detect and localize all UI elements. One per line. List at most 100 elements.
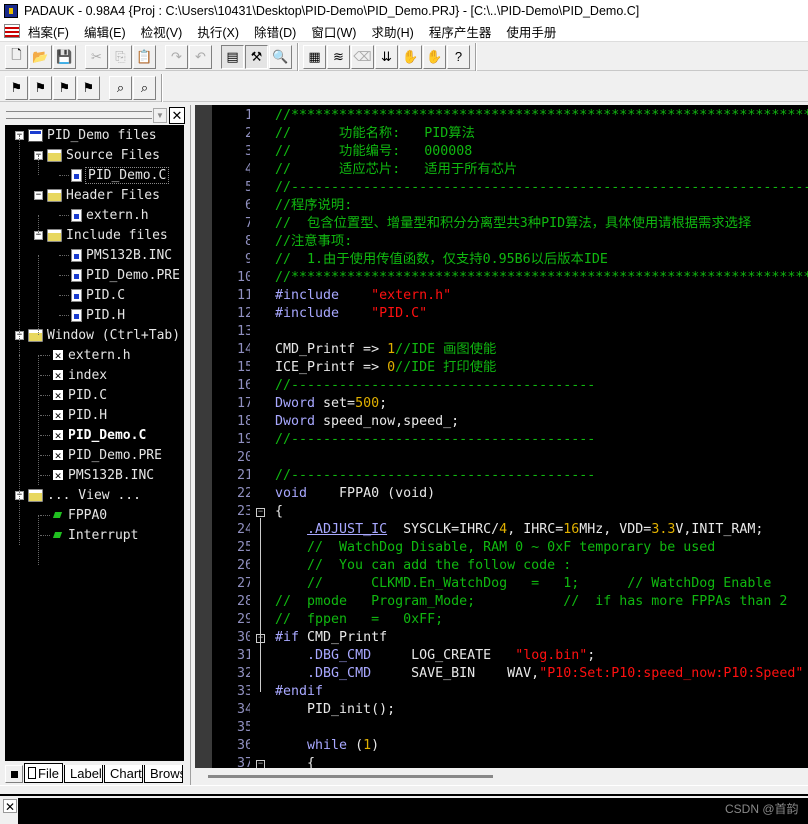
code-line[interactable]: // CLKMD.En_WatchDog = 1; // WatchDog En… xyxy=(275,575,808,593)
tree-item[interactable]: extern.h xyxy=(59,205,149,225)
tree-item[interactable]: FPPA0 xyxy=(40,505,107,525)
build-button[interactable]: ⚒ xyxy=(245,44,268,69)
copy-button[interactable]: ⎘ xyxy=(109,44,132,69)
code-line[interactable]: CMD_Printf => 1//IDE 画图使能 xyxy=(275,341,808,359)
collapse-icon[interactable]: − xyxy=(34,190,43,200)
code-line[interactable]: //程序说明: xyxy=(275,197,808,215)
menu-item[interactable]: 档案(F) xyxy=(28,22,69,41)
code-line[interactable]: //-------------------------------------- xyxy=(275,431,808,449)
undo-button[interactable]: ↶ xyxy=(189,44,212,69)
code-line[interactable]: //-------------------------------------- xyxy=(275,467,808,485)
code-line[interactable]: //--------------------------------------… xyxy=(275,179,808,197)
save-button[interactable]: 💾 xyxy=(53,44,76,69)
code-line[interactable]: { xyxy=(275,755,808,768)
code-text[interactable]: //**************************************… xyxy=(275,107,808,768)
code-line[interactable] xyxy=(275,449,808,467)
binoculars-find-button[interactable]: ⌕ xyxy=(109,75,132,100)
code-line[interactable]: // pmode Program_Mode; // if has more FP… xyxy=(275,593,808,611)
tree-item[interactable]: ✕ PID_Demo.PRE xyxy=(40,445,162,465)
code-line[interactable]: //**************************************… xyxy=(275,269,808,287)
hand-stop-button[interactable]: ✋ xyxy=(399,44,422,69)
document-menu-icon[interactable] xyxy=(4,24,20,38)
menu-item[interactable]: 编辑(E) xyxy=(84,22,126,41)
code-line[interactable]: #include "extern.h" xyxy=(275,287,808,305)
tree-item[interactable]: ✕ index xyxy=(40,365,107,385)
menu-item[interactable]: 窗口(W) xyxy=(311,22,356,41)
panel-tab[interactable]: Label xyxy=(64,765,103,783)
code-line[interactable]: #endif xyxy=(275,683,808,701)
code-line[interactable]: void FPPA0 (void) xyxy=(275,485,808,503)
tree-item[interactable]: ✕ extern.h xyxy=(40,345,131,365)
new-file-button[interactable]: 🗋 xyxy=(5,44,28,69)
code-line[interactable]: // 功能名称: PID算法 xyxy=(275,125,808,143)
panel-tab[interactable]: Chart xyxy=(104,765,143,783)
code-line[interactable]: { xyxy=(275,503,808,521)
horizontal-scrollbar[interactable] xyxy=(195,768,808,785)
code-line[interactable]: // fppen = 0xFF; xyxy=(275,611,808,629)
menu-item[interactable]: 执行(X) xyxy=(197,22,239,41)
sort-button[interactable]: ⇊ xyxy=(375,44,398,69)
menu-item[interactable]: 程序产生器 xyxy=(429,22,492,41)
redo-button[interactable]: ↷ xyxy=(165,44,188,69)
code-line[interactable]: .ADJUST_IC SYSCLK=IHRC/4, IHRC=16MHz, VD… xyxy=(275,521,808,539)
code-line[interactable]: #include "PID.C" xyxy=(275,305,808,323)
code-line[interactable]: // 包含位置型、增量型和积分分离型共3种PID算法，具体使用请根据需求选择 xyxy=(275,215,808,233)
tree-item[interactable]: −... View ... xyxy=(15,485,141,505)
tree-item[interactable]: ✕ PID.C xyxy=(40,385,107,405)
panel-close-icon[interactable]: ✕ xyxy=(169,107,185,124)
code-line[interactable] xyxy=(275,323,808,341)
tree-item[interactable]: − Header Files xyxy=(34,185,160,205)
output-close-icon[interactable]: ✕ xyxy=(3,799,17,814)
open-folder-button[interactable]: 📂 xyxy=(29,44,52,69)
tree-item[interactable]: ✕ PMS132B.INC xyxy=(40,465,154,485)
scrollbar-thumb[interactable] xyxy=(208,775,493,778)
code-line[interactable]: #if CMD_Printf xyxy=(275,629,808,647)
workspace-button[interactable]: ▤ xyxy=(221,44,244,69)
bookmark-toggle-button[interactable]: ⚑ xyxy=(5,75,28,100)
panel-tab[interactable]: Browse xyxy=(144,765,183,783)
splitter[interactable] xyxy=(0,794,808,796)
panel-dropdown-icon[interactable]: ▼ xyxy=(153,108,167,123)
code-line[interactable]: // 1.由于使用传值函数，仅支持0.95B6以后版本IDE xyxy=(275,251,808,269)
tree-item[interactable]: PMS132B.INC xyxy=(59,245,172,265)
code-line[interactable]: //注意事项: xyxy=(275,233,808,251)
code-line[interactable]: Dword speed_now,speed_; xyxy=(275,413,808,431)
tree-item[interactable]: PID.C xyxy=(59,285,125,305)
bookmark-clear-button[interactable]: ⚑ xyxy=(77,75,100,100)
tree-item[interactable]: − PID_Demo files xyxy=(15,125,157,145)
code-line[interactable]: // 功能编号: 000008 xyxy=(275,143,808,161)
code-editor[interactable]: 1 2 3 4 5 6 7 8 9 10 11 12 13 14 15 16 17 18 19 20 21 22 23 24 2… xyxy=(195,105,808,785)
code-line[interactable]: .DBG_CMD SAVE_BIN WAV,"P10:Set:P10:speed… xyxy=(275,665,808,683)
menu-item[interactable]: 求助(H) xyxy=(371,22,413,41)
help-button[interactable]: ? xyxy=(447,44,470,69)
paste-button[interactable]: 📋 xyxy=(133,44,156,69)
cut-button[interactable]: ✂ xyxy=(85,44,108,69)
code-line[interactable]: // 适应芯片: 适用于所有芯片 xyxy=(275,161,808,179)
tree-item[interactable]: PID_Demo.C xyxy=(59,165,170,185)
code-line[interactable] xyxy=(275,719,808,737)
panel-grip[interactable] xyxy=(6,111,152,119)
tree-item[interactable]: − Include files xyxy=(34,225,168,245)
erase-button[interactable]: ⌫ xyxy=(351,44,374,69)
find-replace-button[interactable]: ⌕ xyxy=(133,75,156,100)
fold-collapse-icon[interactable]: − xyxy=(256,507,265,517)
tree-item[interactable]: ✕ PID.H xyxy=(40,405,107,425)
find-in-files-button[interactable]: 🔍 xyxy=(269,44,292,69)
menu-item[interactable]: 使用手册 xyxy=(506,22,556,41)
code-line[interactable]: .DBG_CMD LOG_CREATE "log.bin"; xyxy=(275,647,808,665)
menu-item[interactable]: 检视(V) xyxy=(141,22,183,41)
tree-item[interactable]: Interrupt xyxy=(40,525,138,545)
tree-item[interactable]: PID.H xyxy=(59,305,125,325)
tree-item[interactable]: PID_Demo.PRE xyxy=(59,265,180,285)
panel-tab[interactable]: File xyxy=(24,763,63,783)
menu-item[interactable]: 除错(D) xyxy=(254,22,296,41)
stack-button[interactable]: ≋ xyxy=(327,44,350,69)
code-line[interactable]: while (1) xyxy=(275,737,808,755)
tree-item[interactable]: − Source Files xyxy=(34,145,160,165)
bookmark-next-button[interactable]: ⚑ xyxy=(29,75,52,100)
code-line[interactable]: Dword set=500; xyxy=(275,395,808,413)
code-line[interactable]: //-------------------------------------- xyxy=(275,377,808,395)
code-line[interactable]: ICE_Printf => 0//IDE 打印使能 xyxy=(275,359,808,377)
code-line[interactable]: //**************************************… xyxy=(275,107,808,125)
tree-item[interactable]: ✕ PID_Demo.C xyxy=(40,425,146,445)
